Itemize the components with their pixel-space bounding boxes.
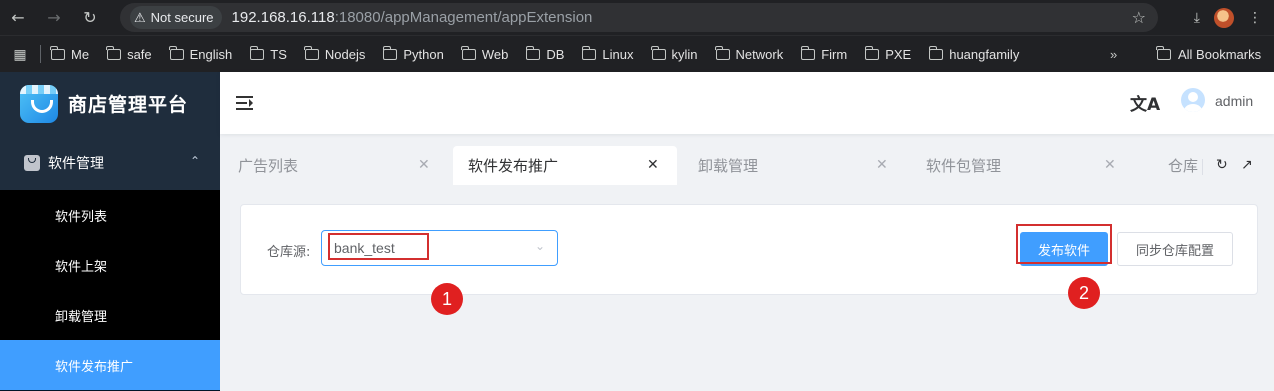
bookmarks-bar: ▦ Me safe English TS Nodejs Python Web D… bbox=[0, 35, 1274, 72]
repo-label: 仓库源: bbox=[267, 245, 311, 260]
apps-grid-icon[interactable]: ▦ bbox=[0, 46, 40, 63]
folder-icon bbox=[928, 45, 944, 60]
bookmark-item[interactable]: Web bbox=[461, 45, 508, 62]
tab-uninstall[interactable]: 卸载管理 ✕ bbox=[680, 146, 910, 185]
close-icon[interactable]: ✕ bbox=[1104, 157, 1116, 173]
security-chip[interactable]: ⚠ Not secure bbox=[130, 6, 222, 29]
menu-group-label: 软件管理 bbox=[48, 155, 104, 172]
all-bookmarks-button[interactable]: All Bookmarks bbox=[1156, 45, 1261, 62]
highlight-box-repo bbox=[328, 233, 429, 260]
step-badge-2: 2 bbox=[1068, 277, 1100, 309]
bookmarks-divider bbox=[40, 45, 41, 63]
url-host: 192.168.16.118 bbox=[231, 9, 335, 26]
tab-ad-list[interactable]: 广告列表 ✕ bbox=[220, 146, 445, 185]
bookmark-item[interactable]: English bbox=[169, 45, 232, 62]
folder-icon bbox=[382, 45, 398, 60]
tags-bar: 广告列表 ✕ 软件发布推广 ✕ 卸载管理 ✕ 软件包管理 ✕ 仓库 ↻ ↗ bbox=[220, 146, 1274, 185]
folder-icon bbox=[800, 45, 816, 60]
address-bar[interactable]: ⚠ Not secure 192.168.16.118:18080/appMan… bbox=[120, 3, 1158, 32]
repo-form-card: 仓库源: bank_test ⌄ 发布软件 同步仓库配置 bbox=[240, 204, 1258, 295]
menu-fold-icon[interactable] bbox=[236, 96, 253, 110]
folder-icon bbox=[461, 45, 476, 60]
folder-icon bbox=[525, 45, 541, 60]
folder-icon bbox=[50, 45, 65, 60]
close-icon[interactable]: ✕ bbox=[876, 157, 888, 173]
sync-config-button[interactable]: 同步仓库配置 bbox=[1117, 232, 1233, 266]
browser-toolbar: ← → ↻ ⚠ Not secure 192.168.16.118:18080/… bbox=[0, 0, 1274, 35]
highlight-box-publish bbox=[1016, 224, 1112, 264]
folder-icon bbox=[106, 45, 122, 60]
close-icon[interactable]: ✕ bbox=[418, 157, 430, 173]
download-icon[interactable]: ⤓ bbox=[1194, 10, 1200, 26]
user-avatar[interactable] bbox=[1181, 88, 1205, 112]
browser-actions: ⤓ ⋮ bbox=[1194, 0, 1274, 35]
shopping-bag-icon bbox=[24, 154, 40, 171]
forward-button[interactable]: → bbox=[36, 0, 72, 35]
folder-icon bbox=[864, 45, 880, 60]
bookmark-item[interactable]: Network bbox=[714, 45, 783, 62]
tab-publish[interactable]: 软件发布推广 ✕ bbox=[453, 146, 677, 185]
folder-icon bbox=[1156, 45, 1171, 60]
sidebar-item-software-upload[interactable]: 软件上架 bbox=[0, 240, 220, 290]
sidebar-item-uninstall[interactable]: 卸载管理 bbox=[0, 290, 220, 340]
sidebar-item-software-list[interactable]: 软件列表 bbox=[0, 190, 220, 240]
bookmark-star-icon[interactable]: ☆ bbox=[1132, 8, 1146, 27]
close-icon[interactable]: ✕ bbox=[647, 157, 659, 173]
bookmark-item[interactable]: PXE bbox=[864, 45, 911, 62]
tab-package[interactable]: 软件包管理 ✕ bbox=[908, 146, 1123, 185]
step-badge-1: 1 bbox=[431, 283, 463, 315]
bookmark-item[interactable]: huangfamily bbox=[928, 45, 1019, 62]
username[interactable]: admin bbox=[1215, 93, 1253, 109]
tab-label: 软件包管理 bbox=[926, 157, 1002, 175]
app-header: 文A admin bbox=[220, 72, 1274, 134]
tab-label: 仓库 bbox=[1168, 157, 1199, 175]
warning-icon: ⚠ bbox=[134, 9, 146, 25]
bookmark-item[interactable]: kylin bbox=[650, 45, 698, 62]
translate-icon[interactable]: 文A bbox=[1130, 90, 1160, 115]
chevron-down-icon: ⌄ bbox=[534, 239, 545, 253]
chevron-up-icon: ⌃ bbox=[189, 154, 200, 168]
url-text[interactable]: 192.168.16.118:18080/appManagement/appEx… bbox=[232, 9, 593, 26]
folder-icon bbox=[714, 45, 730, 60]
bookmark-item[interactable]: Me bbox=[50, 45, 89, 62]
tab-label: 软件发布推广 bbox=[468, 157, 559, 175]
folder-icon bbox=[169, 45, 184, 60]
folder-icon bbox=[650, 45, 666, 60]
open-new-window-icon[interactable]: ↗ bbox=[1241, 157, 1253, 173]
menu-group-software[interactable]: 软件管理 ⌃ bbox=[0, 135, 220, 190]
profile-avatar[interactable] bbox=[1214, 7, 1234, 28]
bookmark-item[interactable]: Firm bbox=[800, 45, 847, 62]
bookmark-item[interactable]: Nodejs bbox=[304, 45, 365, 62]
reload-button[interactable]: ↻ bbox=[72, 0, 108, 35]
bookmarks-overflow-button[interactable]: » bbox=[1110, 47, 1117, 62]
bookmark-item[interactable]: Python bbox=[382, 45, 444, 62]
folder-icon bbox=[249, 45, 265, 60]
tab-label: 广告列表 bbox=[238, 157, 299, 175]
store-logo-icon bbox=[20, 84, 58, 123]
brand: 商店管理平台 bbox=[0, 72, 220, 135]
back-button[interactable]: ← bbox=[0, 0, 36, 35]
tags-divider bbox=[1202, 159, 1203, 175]
bookmark-item[interactable]: safe bbox=[106, 45, 152, 62]
folder-icon bbox=[581, 45, 597, 60]
security-label: Not secure bbox=[150, 10, 214, 25]
bookmark-item[interactable]: TS bbox=[249, 45, 287, 62]
refresh-icon[interactable]: ↻ bbox=[1216, 157, 1228, 173]
tab-repository[interactable]: 仓库 bbox=[1132, 146, 1202, 185]
bookmark-item[interactable]: Linux bbox=[581, 45, 634, 62]
bookmark-item[interactable]: DB bbox=[525, 45, 564, 62]
sidebar-item-publish[interactable]: 软件发布推广 bbox=[0, 340, 220, 390]
screen: ← → ↻ ⚠ Not secure 192.168.16.118:18080/… bbox=[0, 0, 1274, 391]
tab-label: 卸载管理 bbox=[698, 157, 759, 175]
sidebar: 商店管理平台 软件管理 ⌃ 软件列表 软件上架 卸载管理 软件发布推广 bbox=[0, 72, 220, 391]
brand-title: 商店管理平台 bbox=[68, 94, 189, 116]
url-path: :18080/appManagement/appExtension bbox=[334, 9, 593, 26]
folder-icon bbox=[304, 45, 319, 60]
more-menu-icon[interactable]: ⋮ bbox=[1248, 10, 1262, 26]
